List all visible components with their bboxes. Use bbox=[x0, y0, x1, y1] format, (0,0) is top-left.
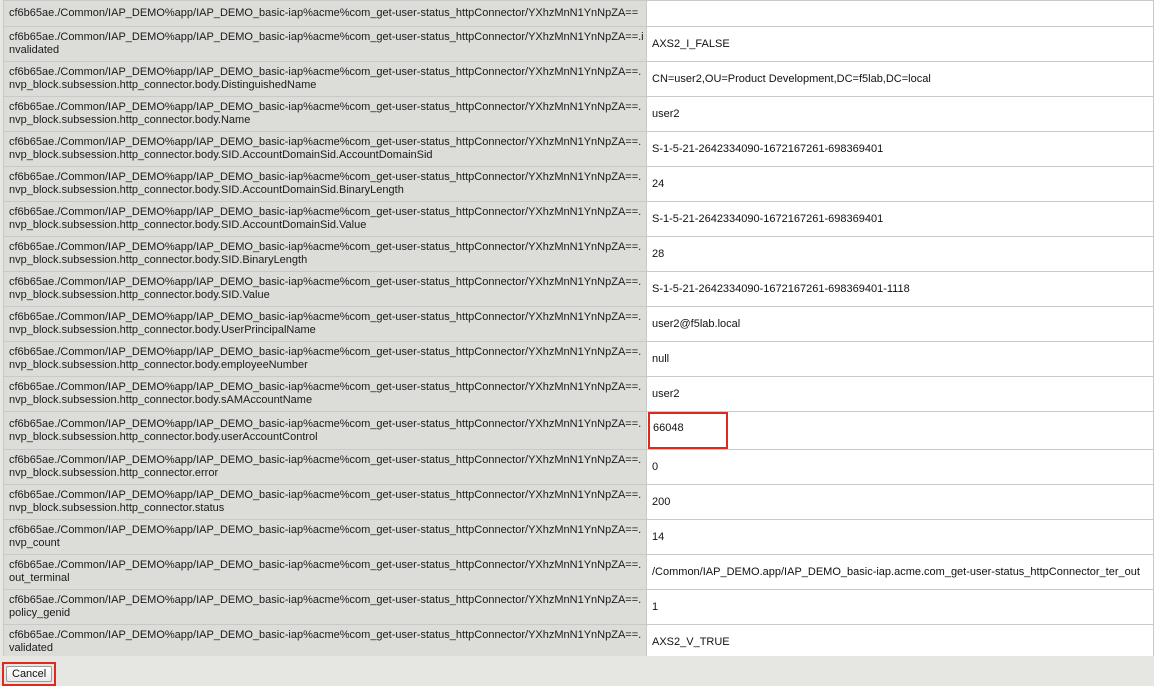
footer-bar: Cancel bbox=[0, 656, 1154, 686]
variable-value-cell: user2 bbox=[646, 376, 1154, 412]
table-row: cf6b65ae./Common/IAP_DEMO%app/IAP_DEMO_b… bbox=[3, 166, 1154, 202]
variable-value-cell: S-1-5-21-2642334090-1672167261-698369401… bbox=[646, 271, 1154, 307]
variable-name-cell: cf6b65ae./Common/IAP_DEMO%app/IAP_DEMO_b… bbox=[3, 166, 647, 202]
table-row: cf6b65ae./Common/IAP_DEMO%app/IAP_DEMO_b… bbox=[3, 376, 1154, 412]
table-row: cf6b65ae./Common/IAP_DEMO%app/IAP_DEMO_b… bbox=[3, 131, 1154, 167]
variable-name-cell: cf6b65ae./Common/IAP_DEMO%app/IAP_DEMO_b… bbox=[3, 554, 647, 590]
variable-value-cell: 0 bbox=[646, 449, 1154, 485]
variable-name-cell: cf6b65ae./Common/IAP_DEMO%app/IAP_DEMO_b… bbox=[3, 201, 647, 237]
table-row: cf6b65ae./Common/IAP_DEMO%app/IAP_DEMO_b… bbox=[3, 0, 1154, 27]
variable-value-cell: null bbox=[646, 341, 1154, 377]
variable-name-cell: cf6b65ae./Common/IAP_DEMO%app/IAP_DEMO_b… bbox=[3, 589, 647, 625]
variable-value-cell: 28 bbox=[646, 236, 1154, 272]
table-row: cf6b65ae./Common/IAP_DEMO%app/IAP_DEMO_b… bbox=[3, 96, 1154, 132]
variable-name-cell: cf6b65ae./Common/IAP_DEMO%app/IAP_DEMO_b… bbox=[3, 26, 647, 62]
table-row: cf6b65ae./Common/IAP_DEMO%app/IAP_DEMO_b… bbox=[3, 236, 1154, 272]
table-row: cf6b65ae./Common/IAP_DEMO%app/IAP_DEMO_b… bbox=[3, 519, 1154, 555]
variable-value-cell: user2@f5lab.local bbox=[646, 306, 1154, 342]
table-row: cf6b65ae./Common/IAP_DEMO%app/IAP_DEMO_b… bbox=[3, 624, 1154, 660]
variable-name-cell: cf6b65ae./Common/IAP_DEMO%app/IAP_DEMO_b… bbox=[3, 519, 647, 555]
table-row: cf6b65ae./Common/IAP_DEMO%app/IAP_DEMO_b… bbox=[3, 61, 1154, 97]
session-variables-body: cf6b65ae./Common/IAP_DEMO%app/IAP_DEMO_b… bbox=[3, 0, 1154, 660]
variable-value-cell: S-1-5-21-2642334090-1672167261-698369401 bbox=[646, 201, 1154, 237]
session-variables-table: cf6b65ae./Common/IAP_DEMO%app/IAP_DEMO_b… bbox=[3, 0, 1154, 660]
variable-name-cell: cf6b65ae./Common/IAP_DEMO%app/IAP_DEMO_b… bbox=[3, 236, 647, 272]
variable-value-cell: user2 bbox=[646, 96, 1154, 132]
table-row: cf6b65ae./Common/IAP_DEMO%app/IAP_DEMO_b… bbox=[3, 201, 1154, 237]
variable-value-cell: 66048 bbox=[646, 411, 1154, 450]
variable-name-cell: cf6b65ae./Common/IAP_DEMO%app/IAP_DEMO_b… bbox=[3, 96, 647, 132]
table-row: cf6b65ae./Common/IAP_DEMO%app/IAP_DEMO_b… bbox=[3, 449, 1154, 485]
variable-value-cell: AXS2_I_FALSE bbox=[646, 26, 1154, 62]
variable-name-cell: cf6b65ae./Common/IAP_DEMO%app/IAP_DEMO_b… bbox=[3, 61, 647, 97]
variable-value-cell: /Common/IAP_DEMO.app/IAP_DEMO_basic-iap.… bbox=[646, 554, 1154, 590]
variable-value-cell: 24 bbox=[646, 166, 1154, 202]
cancel-highlight-box: Cancel bbox=[2, 662, 57, 686]
variable-name-cell: cf6b65ae./Common/IAP_DEMO%app/IAP_DEMO_b… bbox=[3, 376, 647, 412]
table-row: cf6b65ae./Common/IAP_DEMO%app/IAP_DEMO_b… bbox=[3, 411, 1154, 450]
variable-value-cell bbox=[646, 0, 1154, 27]
variable-name-cell: cf6b65ae./Common/IAP_DEMO%app/IAP_DEMO_b… bbox=[3, 411, 647, 450]
variable-name-cell: cf6b65ae./Common/IAP_DEMO%app/IAP_DEMO_b… bbox=[3, 131, 647, 167]
highlighted-value: 66048 bbox=[648, 412, 728, 449]
variable-name-cell: cf6b65ae./Common/IAP_DEMO%app/IAP_DEMO_b… bbox=[3, 449, 647, 485]
variable-name-cell: cf6b65ae./Common/IAP_DEMO%app/IAP_DEMO_b… bbox=[3, 271, 647, 307]
variable-name-cell: cf6b65ae./Common/IAP_DEMO%app/IAP_DEMO_b… bbox=[3, 0, 647, 27]
variable-name-cell: cf6b65ae./Common/IAP_DEMO%app/IAP_DEMO_b… bbox=[3, 624, 647, 660]
variable-value-cell: 1 bbox=[646, 589, 1154, 625]
table-row: cf6b65ae./Common/IAP_DEMO%app/IAP_DEMO_b… bbox=[3, 306, 1154, 342]
table-row: cf6b65ae./Common/IAP_DEMO%app/IAP_DEMO_b… bbox=[3, 554, 1154, 590]
variable-value-cell: S-1-5-21-2642334090-1672167261-698369401 bbox=[646, 131, 1154, 167]
variable-value-cell: 200 bbox=[646, 484, 1154, 520]
table-row: cf6b65ae./Common/IAP_DEMO%app/IAP_DEMO_b… bbox=[3, 341, 1154, 377]
variable-value-cell: AXS2_V_TRUE bbox=[646, 624, 1154, 660]
table-row: cf6b65ae./Common/IAP_DEMO%app/IAP_DEMO_b… bbox=[3, 271, 1154, 307]
table-row: cf6b65ae./Common/IAP_DEMO%app/IAP_DEMO_b… bbox=[3, 26, 1154, 62]
variable-name-cell: cf6b65ae./Common/IAP_DEMO%app/IAP_DEMO_b… bbox=[3, 341, 647, 377]
variable-name-cell: cf6b65ae./Common/IAP_DEMO%app/IAP_DEMO_b… bbox=[3, 306, 647, 342]
cancel-button[interactable]: Cancel bbox=[6, 666, 53, 682]
variable-name-cell: cf6b65ae./Common/IAP_DEMO%app/IAP_DEMO_b… bbox=[3, 484, 647, 520]
table-row: cf6b65ae./Common/IAP_DEMO%app/IAP_DEMO_b… bbox=[3, 589, 1154, 625]
table-row: cf6b65ae./Common/IAP_DEMO%app/IAP_DEMO_b… bbox=[3, 484, 1154, 520]
variable-value-cell: CN=user2,OU=Product Development,DC=f5lab… bbox=[646, 61, 1154, 97]
variable-value-cell: 14 bbox=[646, 519, 1154, 555]
